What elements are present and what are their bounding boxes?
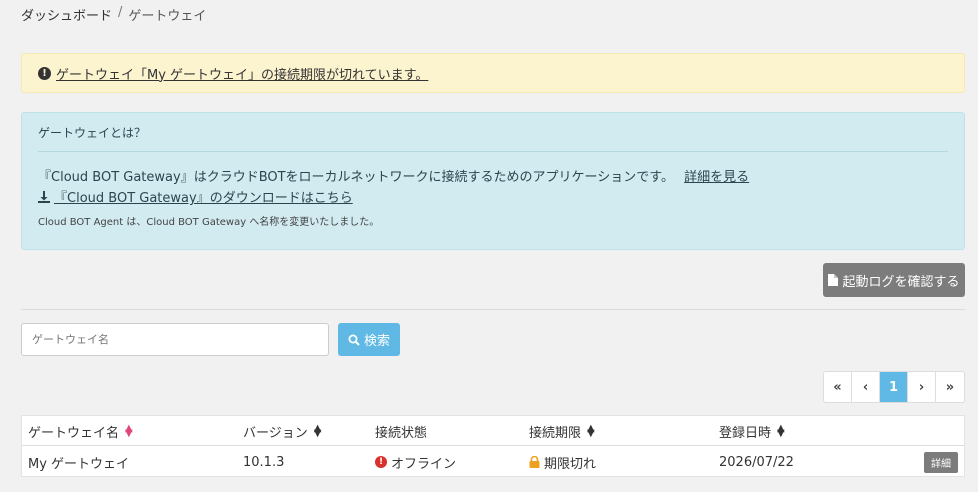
rename-note: Cloud BOT Agent は、Cloud BOT Gateway へ名称を… <box>38 217 380 228</box>
download-row: 『Cloud BOT Gateway』のダウンロードはこちら <box>38 187 353 206</box>
breadcrumb-separator: / <box>118 5 123 20</box>
lock-icon <box>529 456 540 468</box>
info-title: ゲートウェイとは？ <box>38 126 147 140</box>
row-status: ! オフライン <box>375 447 456 477</box>
header-name[interactable]: ゲートウェイ名 ▲ ▼ <box>28 416 133 446</box>
info-description-text: 『Cloud BOT Gateway』はクラウドBOTをローカルネットワークに接… <box>38 170 674 185</box>
breadcrumb-current: ゲートウェイ <box>128 9 207 24</box>
search-button[interactable]: 検索 <box>338 323 400 356</box>
row-version: 10.1.3 <box>243 454 285 470</box>
row-registered: 2026/07/22 <box>719 454 794 470</box>
download-icon <box>38 190 50 203</box>
gateway-table: ゲートウェイ名 ▲ ▼ バージョン ▲ ▼ 接続状態 接続期限 ▲ ▼ 登録日時 ▲ ▼… <box>21 415 965 477</box>
table-row: My ゲートウェイ 10.1.3 ! オフライン 期限切れ 2026/07/22… <box>22 447 964 478</box>
header-version-label: バージョン <box>243 425 308 441</box>
exclamation-circle-icon: ! <box>38 66 51 80</box>
header-expiry[interactable]: 接続期限 ▲ ▼ <box>529 416 595 446</box>
row-expiry: 期限切れ <box>529 447 596 477</box>
pagination: « ‹ 1 › » <box>823 371 965 403</box>
pagination-prev[interactable]: ‹ <box>852 372 880 402</box>
sort-icon: ▲ ▼ <box>587 423 595 439</box>
row-expiry-label: 期限切れ <box>544 456 597 472</box>
expiry-warning-alert: ! ゲートウェイ「My ゲートウェイ」の接続期限が切れています。 <box>21 53 965 93</box>
view-startup-log-label: 起動ログを確認する <box>842 274 960 290</box>
header-registered[interactable]: 登録日時 ▲ ▼ <box>719 416 785 446</box>
file-icon <box>828 274 839 286</box>
details-link[interactable]: 詳細を見る <box>684 170 749 185</box>
sort-icon: ▲ ▼ <box>777 423 785 439</box>
header-expiry-label: 接続期限 <box>529 425 582 441</box>
table-header: ゲートウェイ名 ▲ ▼ バージョン ▲ ▼ 接続状態 接続期限 ▲ ▼ 登録日時 ▲ ▼ <box>22 416 964 446</box>
gateway-name-search-input[interactable] <box>21 323 329 356</box>
header-status-label: 接続状態 <box>375 425 428 441</box>
pagination-first[interactable]: « <box>824 372 852 402</box>
row-status-label: オフライン <box>391 456 457 472</box>
breadcrumb: ダッシュボード / ゲートウェイ <box>21 5 206 24</box>
pagination-last[interactable]: » <box>936 372 964 402</box>
expiry-warning-link[interactable]: ゲートウェイ「My ゲートウェイ」の接続期限が切れています。 <box>56 64 428 83</box>
info-divider <box>38 151 948 152</box>
pagination-next[interactable]: › <box>908 372 936 402</box>
section-divider <box>21 309 965 310</box>
download-link[interactable]: 『Cloud BOT Gateway』のダウンロードはこちら <box>54 187 353 206</box>
breadcrumb-home[interactable]: ダッシュボード <box>21 5 112 24</box>
sort-icon: ▲ ▼ <box>313 423 322 439</box>
header-name-label: ゲートウェイ名 <box>28 425 120 441</box>
gateway-info-box: ゲートウェイとは？ 『Cloud BOT Gateway』はクラウドBOTをロー… <box>21 112 965 250</box>
row-name: My ゲートウェイ <box>28 456 130 472</box>
detail-button[interactable]: 詳細 <box>924 452 958 473</box>
sort-icon: ▲ ▼ <box>125 423 133 439</box>
search-icon <box>348 334 360 346</box>
search-button-label: 検索 <box>363 334 390 349</box>
header-version[interactable]: バージョン ▲ ▼ <box>243 416 321 446</box>
pagination-page-1[interactable]: 1 <box>880 372 908 402</box>
header-status: 接続状態 <box>375 416 427 446</box>
info-description: 『Cloud BOT Gateway』はクラウドBOTをローカルネットワークに接… <box>38 166 749 185</box>
error-icon: ! <box>375 456 387 468</box>
header-registered-label: 登録日時 <box>719 425 772 441</box>
view-startup-log-button[interactable]: 起動ログを確認する <box>823 263 965 297</box>
